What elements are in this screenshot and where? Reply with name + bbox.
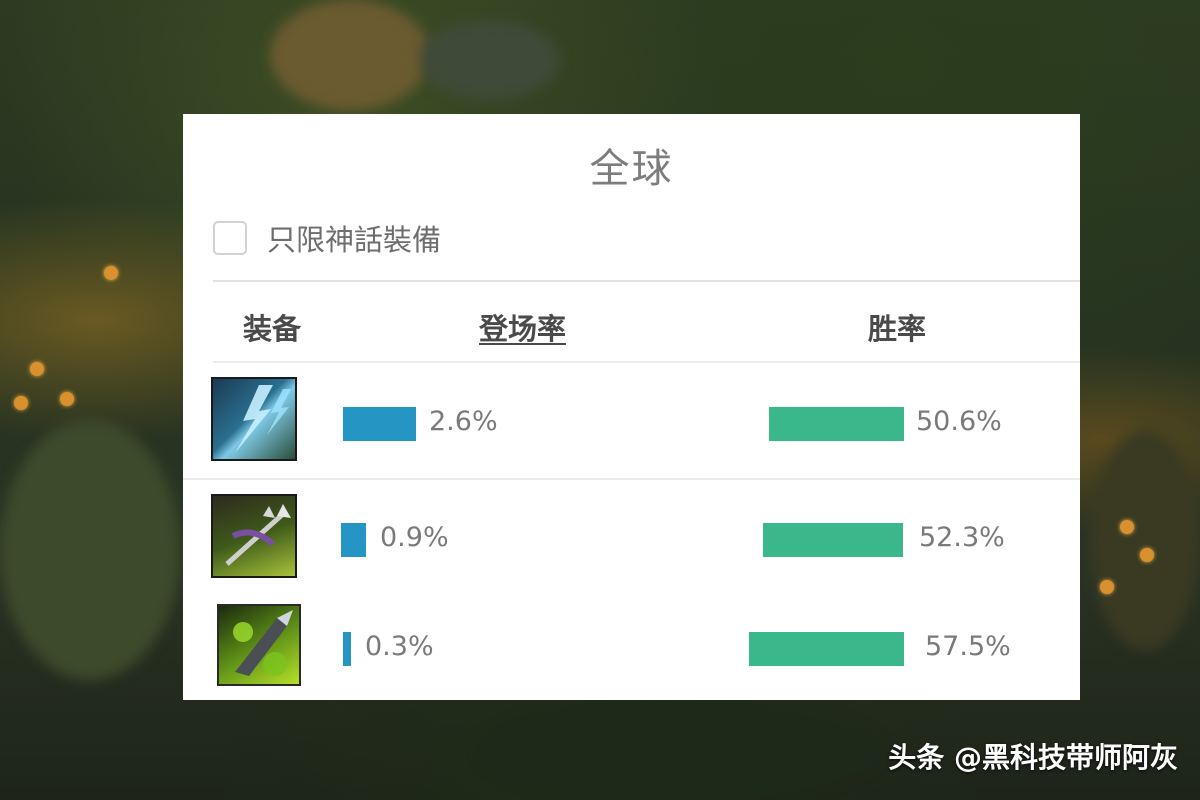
pick-rate-value: 0.3% [365,631,434,662]
pick-rate-bar [341,523,367,557]
flower-decoration [104,266,118,280]
background-tree [270,0,430,110]
column-header-win-rate[interactable]: 胜率 [868,306,926,348]
background-rock [420,20,560,100]
win-rate-bar [749,632,905,666]
win-rate-bar [769,407,905,441]
flower-decoration [1140,548,1154,562]
pick-rate-bar [343,407,416,441]
divider [213,280,1080,282]
background-grass [480,700,880,800]
win-rate-value: 50.6% [916,406,1002,437]
flower-decoration [60,392,74,406]
panel-title: 全球 [589,146,674,192]
win-rate-value: 52.3% [919,522,1005,553]
flower-decoration [30,362,44,376]
column-header-pick-rate[interactable]: 登场率 [479,306,566,348]
watermark: 头条 @黑科技带师阿灰 [888,741,1178,774]
pick-rate-value: 0.9% [380,522,449,553]
mythic-filter-checkbox[interactable] [213,221,247,255]
row-divider [183,478,1080,480]
column-header-equipment: 装备 [243,312,302,346]
win-rate-bar [763,523,904,557]
flower-decoration [14,396,28,410]
win-rate-value: 57.5% [925,631,1011,662]
divider [213,361,1080,363]
background-foliage-left [0,420,180,680]
mythic-filter-label[interactable]: 只限神話裝備 [267,217,441,259]
flower-decoration [1120,520,1134,534]
background-foliage-right [1090,430,1200,650]
lightning-item-icon [211,377,297,461]
flower-decoration [1100,580,1114,594]
item-stats-panel: 全球 只限神話裝備 装备 登场率 胜率 2.6% 50.6% 0.9% 52.3… [183,114,1080,700]
pick-rate-bar [343,632,352,666]
pick-rate-value: 2.6% [429,406,498,437]
mythic-filter[interactable]: 只限神話裝備 [213,218,441,258]
trident-item-icon [211,494,297,578]
green-blade-item-icon [217,604,301,686]
